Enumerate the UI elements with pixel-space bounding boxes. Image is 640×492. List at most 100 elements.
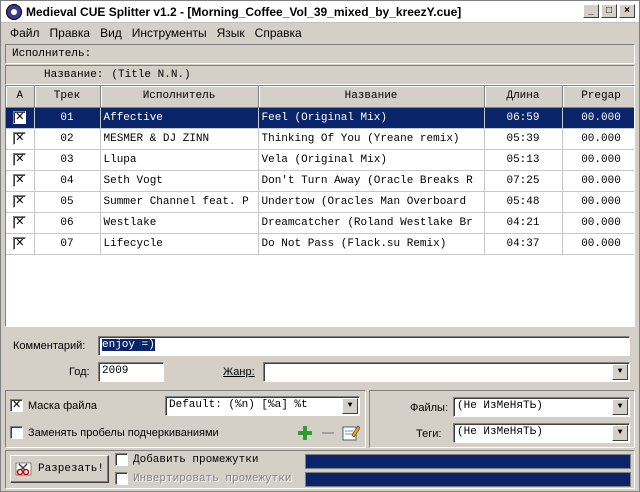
row-pregap-cell[interactable]: 00.000 <box>562 191 634 213</box>
row-track-cell[interactable]: 05 <box>34 191 101 213</box>
column-header-track[interactable]: Трек <box>34 86 101 108</box>
row-artist-cell[interactable]: Affective <box>100 107 259 129</box>
comment-field[interactable]: enjoy =) <box>98 336 630 356</box>
maximize-button[interactable]: □ <box>601 4 617 18</box>
row-track-cell[interactable]: 03 <box>34 149 101 171</box>
files-case-combobox[interactable]: (Не ИзМеНяТЬ) ▼ <box>453 397 630 417</box>
table-row[interactable]: 01AffectiveFeel (Original Mix)06:5900.00… <box>6 107 634 129</box>
row-title-cell[interactable]: Thinking Of You (Yreane remix) <box>258 128 485 150</box>
row-title-cell[interactable]: Undertow (Oracles Man Overboard <box>258 191 485 213</box>
plus-icon[interactable] <box>297 425 313 441</box>
row-pregap-cell[interactable]: 00.000 <box>562 107 634 129</box>
row-artist-cell[interactable]: Seth Vogt <box>100 170 259 192</box>
row-pregap-cell[interactable]: 00.000 <box>562 233 634 255</box>
track-enabled-checkbox[interactable] <box>13 173 27 187</box>
minimize-button[interactable]: _ <box>583 4 599 18</box>
row-title-cell[interactable]: Feel (Original Mix) <box>258 107 485 129</box>
row-active-cell[interactable] <box>6 191 35 213</box>
add-gaps-checkbox[interactable]: Добавить промежутки <box>115 453 258 466</box>
track-table[interactable]: A Трек Исполнитель Название Длина Pregap… <box>5 85 635 327</box>
year-field[interactable]: 2009 <box>98 362 164 382</box>
table-row[interactable]: 04Seth VogtDon't Turn Away (Oracle Break… <box>6 170 634 192</box>
row-track-cell[interactable]: 04 <box>34 170 101 192</box>
row-active-cell[interactable] <box>6 233 35 255</box>
menu-file[interactable]: Файл <box>5 26 45 40</box>
tags-case-combobox[interactable]: (Не ИзМеНяТЬ) ▼ <box>453 423 630 443</box>
table-row[interactable]: 02MESMER & DJ ZINNThinking Of You (Yrean… <box>6 128 634 150</box>
row-length-cell[interactable]: 04:21 <box>484 212 563 234</box>
chevron-down-icon[interactable]: ▼ <box>342 398 358 414</box>
row-pregap-cell[interactable]: 00.000 <box>562 170 634 192</box>
add-gaps-check-icon[interactable] <box>115 453 128 466</box>
row-length-cell[interactable]: 05:13 <box>484 149 563 171</box>
replace-spaces-label: Заменять пробелы подчеркиваниями <box>28 426 219 439</box>
row-track-cell[interactable]: 01 <box>34 107 101 129</box>
row-artist-cell[interactable]: Lifecycle <box>100 233 259 255</box>
row-track-cell[interactable]: 02 <box>34 128 101 150</box>
menu-language[interactable]: Язык <box>212 26 250 40</box>
file-mask-combobox[interactable]: Default: (%n) [%a] %t ▼ <box>165 396 360 416</box>
menu-view[interactable]: Вид <box>95 26 127 40</box>
title-bar[interactable]: Medieval CUE Splitter v1.2 - [Morning_Co… <box>1 1 639 23</box>
track-enabled-checkbox[interactable] <box>13 152 27 166</box>
row-artist-cell[interactable]: Summer Channel feat. P <box>100 191 259 213</box>
file-mask-value: Default: (%n) [%a] %t <box>169 399 308 411</box>
column-header-title[interactable]: Название <box>258 86 485 108</box>
column-header-pregap[interactable]: Pregap <box>562 86 634 108</box>
row-active-cell[interactable] <box>6 170 35 192</box>
track-enabled-checkbox[interactable] <box>13 194 27 208</box>
album-title-value[interactable]: (Title N.N.) <box>111 69 190 81</box>
split-button-label: Разрезать! <box>37 463 104 475</box>
row-active-cell[interactable] <box>6 149 35 171</box>
files-case-value: (Не ИзМеНяТЬ) <box>457 400 543 412</box>
split-button[interactable]: Разрезать! <box>10 455 109 483</box>
row-active-cell[interactable] <box>6 128 35 150</box>
row-length-cell[interactable]: 05:39 <box>484 128 563 150</box>
table-row[interactable]: 06WestlakeDreamcatcher (Roland Westlake … <box>6 212 634 234</box>
chevron-down-icon[interactable]: ▼ <box>612 364 628 380</box>
row-artist-cell[interactable]: Westlake <box>100 212 259 234</box>
row-length-cell[interactable]: 05:48 <box>484 191 563 213</box>
track-enabled-checkbox[interactable] <box>13 215 27 229</box>
column-header-active[interactable]: A <box>6 86 35 108</box>
table-row[interactable]: 05Summer Channel feat. PUndertow (Oracle… <box>6 191 634 213</box>
replace-spaces-checkbox[interactable]: Заменять пробелы подчеркиваниями <box>10 426 219 439</box>
column-header-artist[interactable]: Исполнитель <box>100 86 259 108</box>
row-length-cell[interactable]: 07:25 <box>484 170 563 192</box>
row-pregap-cell[interactable]: 00.000 <box>562 128 634 150</box>
table-row[interactable]: 03LlupaVela (Original Mix)05:1300.000 <box>6 149 634 171</box>
track-enabled-checkbox[interactable] <box>13 110 27 124</box>
row-pregap-cell[interactable]: 00.000 <box>562 212 634 234</box>
row-length-cell[interactable]: 06:59 <box>484 107 563 129</box>
row-title-cell[interactable]: Dreamcatcher (Roland Westlake Br <box>258 212 485 234</box>
column-header-length[interactable]: Длина <box>484 86 563 108</box>
tags-case-label: Теги: <box>416 428 442 440</box>
close-button[interactable]: × <box>619 4 635 18</box>
minus-icon[interactable] <box>320 425 336 441</box>
row-track-cell[interactable]: 06 <box>34 212 101 234</box>
file-mask-checkbox[interactable]: Маска файла <box>10 398 97 412</box>
genre-combobox[interactable]: ▼ <box>263 362 630 382</box>
row-title-cell[interactable]: Do Not Pass (Flack.su Remix) <box>258 233 485 255</box>
track-enabled-checkbox[interactable] <box>13 131 27 145</box>
album-artist-label: Исполнитель: <box>12 48 92 60</box>
table-row[interactable]: 07LifecycleDo Not Pass (Flack.su Remix)0… <box>6 233 634 255</box>
row-artist-cell[interactable]: Llupa <box>100 149 259 171</box>
replace-spaces-check-icon[interactable] <box>10 426 23 439</box>
menu-help[interactable]: Справка <box>250 26 307 40</box>
chevron-down-icon[interactable]: ▼ <box>612 399 628 415</box>
edit-icon[interactable] <box>342 424 360 442</box>
row-artist-cell[interactable]: MESMER & DJ ZINN <box>100 128 259 150</box>
row-track-cell[interactable]: 07 <box>34 233 101 255</box>
row-title-cell[interactable]: Vela (Original Mix) <box>258 149 485 171</box>
track-enabled-checkbox[interactable] <box>13 236 27 250</box>
row-active-cell[interactable] <box>6 212 35 234</box>
row-length-cell[interactable]: 04:37 <box>484 233 563 255</box>
file-mask-check-icon[interactable] <box>10 398 23 412</box>
menu-edit[interactable]: Правка <box>45 26 96 40</box>
chevron-down-icon[interactable]: ▼ <box>612 425 628 441</box>
row-active-cell[interactable] <box>6 107 35 129</box>
row-title-cell[interactable]: Don't Turn Away (Oracle Breaks R <box>258 170 485 192</box>
menu-tools[interactable]: Инструменты <box>127 26 212 40</box>
row-pregap-cell[interactable]: 00.000 <box>562 149 634 171</box>
